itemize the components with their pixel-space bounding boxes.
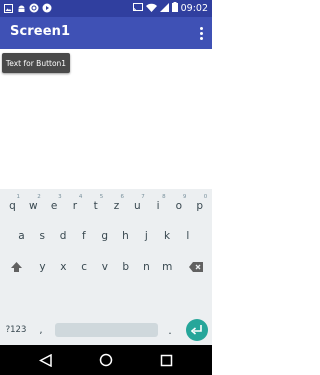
key-z[interactable]: z6 [107, 193, 126, 219]
shift-key[interactable] [5, 254, 27, 280]
status-bar: 09:02 [0, 0, 212, 17]
enter-key[interactable] [186, 319, 208, 341]
key-label: p [196, 200, 204, 212]
key-label: t [93, 200, 98, 212]
key-label: z [113, 200, 120, 212]
key-h[interactable]: h [116, 223, 135, 249]
sync-icon [29, 3, 39, 13]
key-i[interactable]: i8 [149, 193, 168, 219]
cast-icon [132, 2, 143, 15]
app-bar: Screen1 [0, 17, 212, 49]
key-t[interactable]: t5 [86, 193, 105, 219]
backspace-key[interactable] [185, 254, 207, 280]
symbols-key[interactable]: ?123 [3, 320, 29, 340]
key-a[interactable]: a [12, 223, 31, 249]
enter-icon [191, 325, 202, 335]
key-n[interactable]: n [137, 254, 156, 280]
navigation-bar [0, 345, 212, 375]
key-label: i [156, 200, 160, 212]
key-label: e [50, 200, 58, 212]
key-hint: 1 [16, 194, 21, 200]
key-d[interactable]: d [54, 223, 73, 249]
space-key[interactable] [55, 323, 158, 337]
key-c[interactable]: c [75, 254, 94, 280]
period-key[interactable]: . [162, 320, 178, 340]
key-hint: 2 [37, 194, 41, 200]
key-label: w [29, 200, 38, 212]
key-hint: 4 [78, 194, 83, 200]
home-icon[interactable] [98, 353, 114, 367]
key-k[interactable]: k [158, 223, 177, 249]
key-r[interactable]: r4 [65, 193, 84, 219]
image-icon [3, 3, 13, 13]
key-b[interactable]: b [116, 254, 135, 280]
notification-icons [3, 3, 52, 13]
wifi-icon [145, 3, 157, 15]
key-u[interactable]: u7 [128, 193, 147, 219]
key-l[interactable]: l [178, 223, 197, 249]
app-title: Screen1 [10, 24, 71, 39]
key-g[interactable]: g [95, 223, 114, 249]
key-o[interactable]: o9 [169, 193, 188, 219]
key-label: r [72, 200, 78, 212]
key-e[interactable]: e3 [45, 193, 64, 219]
key-hint: 8 [162, 194, 166, 200]
battery-icon [171, 2, 178, 15]
backspace-icon [189, 262, 203, 272]
key-hint: 5 [99, 194, 104, 200]
keyboard-row-1: q1w2e3r4t5z6u7i8o9p0 [0, 193, 212, 219]
key-hint: 3 [58, 194, 62, 200]
key-hint: 7 [141, 194, 145, 200]
key-label: u [133, 200, 141, 212]
key-y[interactable]: y [33, 254, 52, 280]
key-v[interactable]: v [95, 254, 114, 280]
comma-key[interactable]: , [33, 320, 49, 340]
key-hint: 0 [203, 194, 208, 200]
key-x[interactable]: x [54, 254, 73, 280]
key-hint: 6 [120, 194, 125, 200]
key-j[interactable]: j [137, 223, 156, 249]
screen: 09:02 Screen1 Text for Button1 q1w2e3r4t… [0, 0, 212, 375]
clock: 09:02 [180, 3, 208, 14]
recents-icon[interactable] [158, 353, 174, 367]
key-p[interactable]: p0 [190, 193, 209, 219]
key-m[interactable]: m [158, 254, 177, 280]
key-s[interactable]: s [33, 223, 52, 249]
system-icons: 09:02 [132, 2, 208, 15]
more-vert-icon[interactable] [196, 24, 206, 42]
key-q[interactable]: q1 [3, 193, 22, 219]
keyboard-row-3: yxcvbnm [0, 254, 212, 280]
key-label: q [9, 200, 16, 212]
play-icon [42, 3, 52, 13]
shift-icon [10, 261, 22, 272]
button1[interactable]: Text for Button1 [2, 53, 70, 73]
signal-icon [159, 2, 169, 15]
android-icon [16, 3, 26, 13]
back-icon[interactable] [38, 353, 54, 367]
key-label: o [175, 200, 183, 212]
key-f[interactable]: f [74, 223, 93, 249]
key-w[interactable]: w2 [24, 193, 43, 219]
soft-keyboard: q1w2e3r4t5z6u7i8o9p0 asdfghjkl yxcvbnm ?… [0, 189, 212, 345]
keyboard-row-2: asdfghjkl [0, 223, 212, 249]
key-hint: 9 [182, 194, 187, 200]
